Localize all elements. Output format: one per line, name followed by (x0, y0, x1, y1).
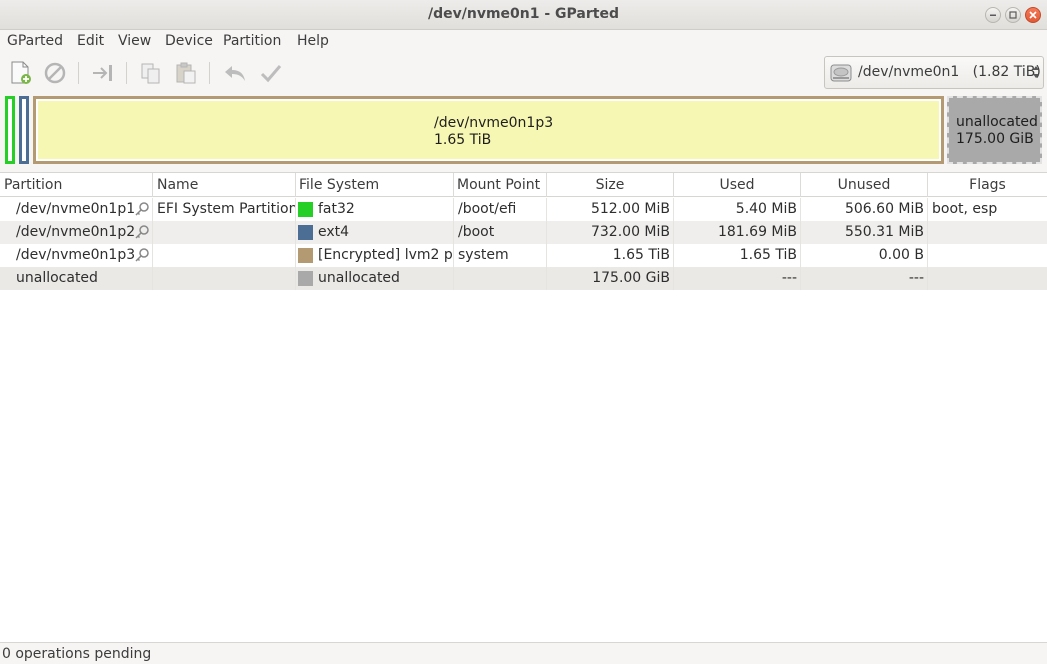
diskmap-p3-fill: /dev/nvme0n1p3 1.65 TiB (38, 101, 939, 159)
diskmap-unallocated[interactable]: unallocated 175.00 GiB (947, 96, 1042, 164)
diskmap-partition-p1[interactable] (5, 96, 15, 164)
cell-flags: boot, esp (932, 201, 998, 217)
delete-button[interactable] (42, 60, 68, 86)
menu-view[interactable]: View (118, 33, 151, 49)
cell-name: EFI System Partition (153, 198, 296, 221)
col-name[interactable]: Name (153, 173, 296, 197)
minimize-icon (990, 14, 996, 16)
diskmap-partition-p2[interactable] (19, 96, 29, 164)
diskmap-unallocated-size: 175.00 GiB (956, 131, 1034, 147)
menu-help[interactable]: Help (297, 33, 329, 49)
paste-button[interactable] (173, 60, 199, 86)
cell-partition: /dev/nvme0n1p1 (0, 198, 153, 221)
cell-mount-point: system (454, 244, 547, 267)
key-icon (135, 225, 149, 239)
apply-button[interactable] (258, 60, 284, 86)
toolbar-separator (209, 62, 210, 84)
col-unused[interactable]: Unused (801, 173, 928, 197)
toolbar-separator (78, 62, 79, 84)
cell-size: 732.00 MiB (547, 221, 674, 244)
delete-icon (44, 62, 66, 84)
cell-flags (928, 221, 1047, 244)
diskmap-p3-name: /dev/nvme0n1p3 (434, 115, 554, 131)
key-icon (135, 202, 149, 216)
menu-device[interactable]: Device (165, 33, 213, 49)
apply-icon (260, 65, 282, 83)
key-icon (135, 248, 149, 262)
table-row[interactable]: /dev/nvme0n1p2 ext4 /boot 732.00 MiB 181… (0, 221, 1047, 244)
status-bar: 0 operations pending (0, 642, 1047, 664)
col-mount-point[interactable]: Mount Point (454, 173, 547, 197)
updown-arrows-icon (1033, 66, 1039, 78)
copy-icon (141, 63, 160, 84)
status-text: 0 operations pending (2, 646, 152, 662)
cell-flags (928, 244, 1047, 267)
device-label: /dev/nvme0n1 (1.82 TiB) (858, 64, 1041, 80)
col-size[interactable]: Size (547, 173, 674, 197)
cell-unused: --- (801, 267, 928, 290)
diskmap-p3-size: 1.65 TiB (434, 132, 492, 148)
maximize-icon (1009, 11, 1017, 19)
diskmap-unallocated-name: unallocated (956, 114, 1038, 130)
menu-edit[interactable]: Edit (77, 33, 104, 49)
menu-gparted[interactable]: GParted (7, 33, 63, 49)
cell-file-system: [Encrypted] lvm2 pv (296, 244, 454, 267)
undo-button[interactable] (222, 60, 248, 86)
cell-partition: unallocated (0, 267, 153, 290)
cell-flags (928, 267, 1047, 290)
cell-mount-point: /boot/efi (454, 198, 547, 221)
minimize-button[interactable] (985, 7, 1001, 23)
table-header: Partition Name File System Mount Point S… (0, 173, 1047, 197)
col-flags[interactable]: Flags (928, 173, 1047, 197)
cell-file-system: fat32 (296, 198, 454, 221)
hard-disk-icon (830, 64, 852, 82)
cell-file-system: ext4 (296, 221, 454, 244)
cell-partition: /dev/nvme0n1p3 (0, 244, 153, 267)
cell-used: --- (674, 267, 801, 290)
cell-unused: 550.31 MiB (801, 221, 928, 244)
undo-icon (225, 66, 245, 81)
cell-name (153, 221, 296, 244)
cell-used: 1.65 TiB (674, 244, 801, 267)
maximize-button[interactable] (1005, 7, 1021, 23)
new-partition-button[interactable] (8, 60, 34, 86)
diskmap-unallocated-label: unallocated 175.00 GiB (956, 114, 1038, 148)
cell-unused: 0.00 B (801, 244, 928, 267)
col-used[interactable]: Used (674, 173, 801, 197)
menu-partition[interactable]: Partition (223, 33, 281, 49)
copy-button[interactable] (138, 60, 164, 86)
cell-unused: 506.60 MiB (801, 198, 928, 221)
resize-move-button[interactable] (90, 60, 116, 86)
col-file-system[interactable]: File System (296, 173, 454, 197)
close-button[interactable] (1025, 7, 1041, 23)
close-icon (1029, 11, 1037, 19)
new-partition-icon (11, 61, 31, 84)
resize-move-icon (93, 65, 112, 81)
cell-mount-point (454, 267, 547, 290)
disk-map: /dev/nvme0n1p3 1.65 TiB unallocated 175.… (0, 92, 1047, 170)
cell-size: 512.00 MiB (547, 198, 674, 221)
cell-name (153, 244, 296, 267)
table-row[interactable]: /dev/nvme0n1p1 EFI System Partition fat3… (0, 198, 1047, 221)
toolbar-separator (126, 62, 127, 84)
cell-partition: /dev/nvme0n1p2 (0, 221, 153, 244)
device-selector[interactable]: /dev/nvme0n1 (1.82 TiB) (824, 56, 1044, 89)
window-title: /dev/nvme0n1 - GParted (428, 6, 619, 22)
table-row[interactable]: unallocated unallocated 175.00 GiB --- -… (0, 267, 1047, 290)
col-partition[interactable]: Partition (0, 173, 153, 197)
cell-file-system: unallocated (296, 267, 454, 290)
cell-used: 181.69 MiB (674, 221, 801, 244)
cell-size: 175.00 GiB (547, 267, 674, 290)
title-bar: /dev/nvme0n1 - GParted (0, 0, 1047, 30)
diskmap-p3-label: /dev/nvme0n1p3 1.65 TiB (434, 115, 553, 149)
diskmap-partition-p3[interactable]: /dev/nvme0n1p3 1.65 TiB (33, 96, 944, 164)
paste-icon (176, 62, 196, 84)
partition-table: Partition Name File System Mount Point S… (0, 172, 1047, 642)
cell-name (153, 267, 296, 290)
table-row[interactable]: /dev/nvme0n1p3 [Encrypted] lvm2 pv syste… (0, 244, 1047, 267)
cell-size: 1.65 TiB (547, 244, 674, 267)
cell-used: 5.40 MiB (674, 198, 801, 221)
menu-bar: GParted Edit View Device Partition Help (0, 30, 1047, 54)
cell-mount-point: /boot (454, 221, 547, 244)
